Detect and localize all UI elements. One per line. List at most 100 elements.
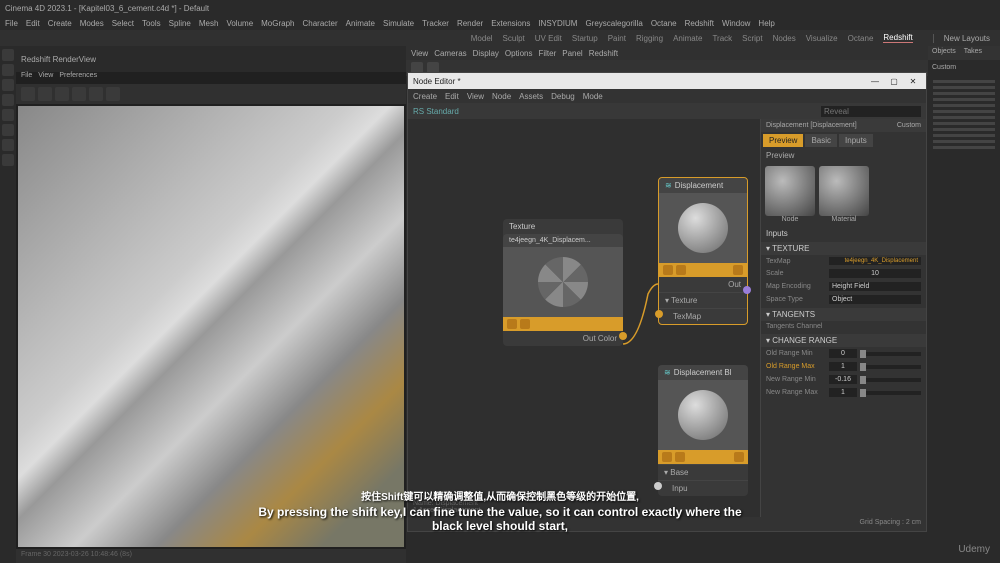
tab-octane[interactable]: Octane (848, 34, 874, 43)
menu-file[interactable]: File (5, 19, 18, 28)
vp-view[interactable]: View (411, 49, 428, 58)
render-menu-view[interactable]: View (38, 72, 53, 84)
tab-basic[interactable]: Basic (805, 134, 837, 147)
section-tangents[interactable]: ▾ TANGENTS (761, 308, 926, 321)
tab-preview[interactable]: Preview (763, 134, 803, 147)
render-stop-icon[interactable] (38, 87, 52, 101)
menu-spline[interactable]: Spline (169, 19, 191, 28)
tex-footer-icon[interactable] (507, 319, 517, 329)
new-min-value[interactable]: -0.16 (829, 375, 857, 384)
inspector-mode[interactable]: Custom (897, 122, 921, 129)
encoding-value[interactable]: Height Field (829, 282, 921, 291)
menu-window[interactable]: Window (722, 19, 750, 28)
node-menu-mode[interactable]: Mode (583, 92, 603, 101)
menu-tracker[interactable]: Tracker (422, 19, 449, 28)
space-value[interactable]: Object (829, 295, 921, 304)
slider-12[interactable] (933, 146, 995, 149)
texmap-port[interactable] (655, 310, 663, 318)
section-change-range[interactable]: ▾ CHANGE RANGE (761, 334, 926, 347)
new-min-slider[interactable] (860, 378, 921, 382)
tab-script[interactable]: Script (742, 34, 762, 43)
menu-animate[interactable]: Animate (346, 19, 375, 28)
tab-paint[interactable]: Paint (608, 34, 626, 43)
dispbl-menu-icon[interactable] (734, 452, 744, 462)
tab-inputs[interactable]: Inputs (839, 134, 873, 147)
tex-footer-icon2[interactable] (520, 319, 530, 329)
tab-track[interactable]: Track (712, 34, 732, 43)
render-menu-file[interactable]: File (21, 72, 32, 84)
old-max-value[interactable]: 1 (829, 362, 857, 371)
vp-options[interactable]: Options (505, 49, 533, 58)
slider-11[interactable] (933, 140, 995, 143)
texture-out-color[interactable]: Out Color (503, 331, 623, 346)
node-menu-create[interactable]: Create (413, 92, 437, 101)
menu-render[interactable]: Render (457, 19, 483, 28)
node-canvas[interactable]: Texture te4jeegn_4K_Displacem... Out Col… (408, 119, 761, 517)
new-max-value[interactable]: 1 (829, 388, 857, 397)
node-menu-node[interactable]: Node (492, 92, 511, 101)
out-color-port[interactable] (619, 332, 627, 340)
poly-tool-icon[interactable] (2, 124, 14, 136)
tab-animate[interactable]: Animate (673, 34, 702, 43)
move-tool-icon[interactable] (2, 49, 14, 61)
select-tool-icon[interactable] (2, 94, 14, 106)
vp-panel[interactable]: Panel (562, 49, 582, 58)
old-min-slider[interactable] (860, 352, 921, 356)
slider-2[interactable] (933, 86, 995, 89)
slider-1[interactable] (933, 80, 995, 83)
slider-10[interactable] (933, 134, 995, 137)
dispbl-footer-icon2[interactable] (675, 452, 685, 462)
slider-5[interactable] (933, 104, 995, 107)
displacement-out[interactable]: Out (659, 277, 747, 292)
slider-6[interactable] (933, 110, 995, 113)
menu-modes[interactable]: Modes (80, 19, 104, 28)
menu-volume[interactable]: Volume (226, 19, 253, 28)
lasso-tool-icon[interactable] (2, 109, 14, 121)
tab-model[interactable]: Model (471, 34, 493, 43)
tab-visualize[interactable]: Visualize (806, 34, 838, 43)
edge-tool-icon[interactable] (2, 139, 14, 151)
displacement-bl-node[interactable]: ≋ Displacement Bl ▾ Base Inpu (658, 365, 748, 496)
tab-objects[interactable]: Objects (928, 46, 960, 60)
old-min-value[interactable]: 0 (829, 349, 857, 358)
menu-create[interactable]: Create (48, 19, 72, 28)
render-lock-icon[interactable] (89, 87, 103, 101)
material-name[interactable]: RS Standard (413, 107, 459, 116)
tab-takes[interactable]: Takes (960, 46, 986, 60)
new-max-slider[interactable] (860, 391, 921, 395)
slider-9[interactable] (933, 128, 995, 131)
displacement-node[interactable]: ≋ Displacement Out ▾ Texture TexMap (658, 177, 748, 325)
disp-menu-icon[interactable] (733, 265, 743, 275)
tab-nodes[interactable]: Nodes (773, 34, 796, 43)
node-menu-assets[interactable]: Assets (519, 92, 543, 101)
scale-value[interactable]: 10 (829, 269, 921, 278)
vp-redshift[interactable]: Redshift (589, 49, 618, 58)
render-camera-icon[interactable] (72, 87, 86, 101)
minimize-icon[interactable]: — (867, 75, 883, 87)
slider-4[interactable] (933, 98, 995, 101)
tab-redshift[interactable]: Redshift (883, 33, 912, 43)
new-layouts-button[interactable]: New Layouts (933, 34, 990, 43)
disp-footer-icon2[interactable] (676, 265, 686, 275)
menu-edit[interactable]: Edit (26, 19, 40, 28)
menu-octane[interactable]: Octane (651, 19, 677, 28)
menu-tools[interactable]: Tools (142, 19, 161, 28)
tab-uvedit[interactable]: UV Edit (535, 34, 562, 43)
menu-simulate[interactable]: Simulate (383, 19, 414, 28)
texture-node[interactable]: Texture te4jeegn_4K_Displacem... Out Col… (503, 219, 623, 346)
slider-7[interactable] (933, 116, 995, 119)
search-input[interactable] (821, 106, 921, 117)
tab-sculpt[interactable]: Sculpt (503, 34, 525, 43)
vp-filter[interactable]: Filter (538, 49, 556, 58)
menu-help[interactable]: Help (758, 19, 774, 28)
disp-texmap-input[interactable]: TexMap (659, 308, 747, 324)
point-tool-icon[interactable] (2, 154, 14, 166)
menu-select[interactable]: Select (112, 19, 134, 28)
scale-tool-icon[interactable] (2, 79, 14, 91)
vp-display[interactable]: Display (473, 49, 499, 58)
out-port[interactable] (743, 286, 751, 294)
node-menu-edit[interactable]: Edit (445, 92, 459, 101)
tab-rigging[interactable]: Rigging (636, 34, 663, 43)
render-play-icon[interactable] (21, 87, 35, 101)
menu-mesh[interactable]: Mesh (199, 19, 219, 28)
